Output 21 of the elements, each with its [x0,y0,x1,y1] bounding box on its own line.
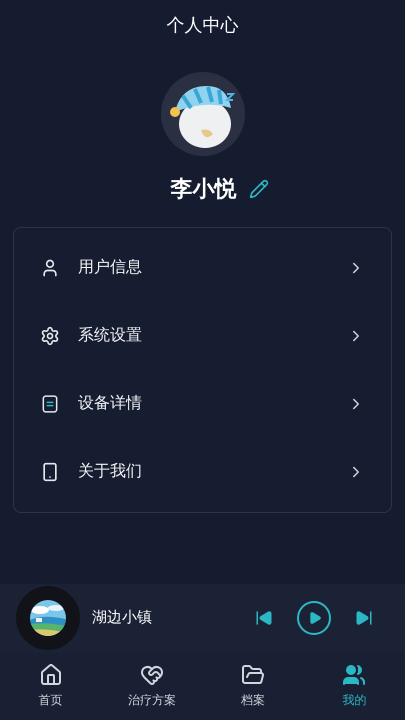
tab[interactable]: 首页 [0,652,102,720]
tablet-icon [40,394,60,414]
menu-item[interactable]: 设备详情 [14,370,391,438]
settings-icon [40,326,60,346]
menu-item[interactable]: 系统设置 [14,302,391,370]
track-title: 湖边小镇 [92,608,153,628]
users-icon [342,663,366,687]
play-button[interactable] [297,601,331,635]
home-icon [38,663,63,687]
previous-icon[interactable] [255,609,273,627]
user-name: 李小悦 [170,175,236,203]
edit-icon[interactable] [248,178,268,198]
folder-icon [241,663,266,687]
tab[interactable]: 我的 [304,652,405,720]
tab[interactable]: 档案 [202,652,304,720]
page-title: 个人中心 [166,14,238,36]
next-icon[interactable] [355,609,373,627]
play-icon [308,611,322,625]
menu-item[interactable]: 用户信息 [14,234,391,302]
menu-item[interactable]: 关于我们 [14,438,391,506]
tab[interactable]: 治疗方案 [101,652,202,720]
